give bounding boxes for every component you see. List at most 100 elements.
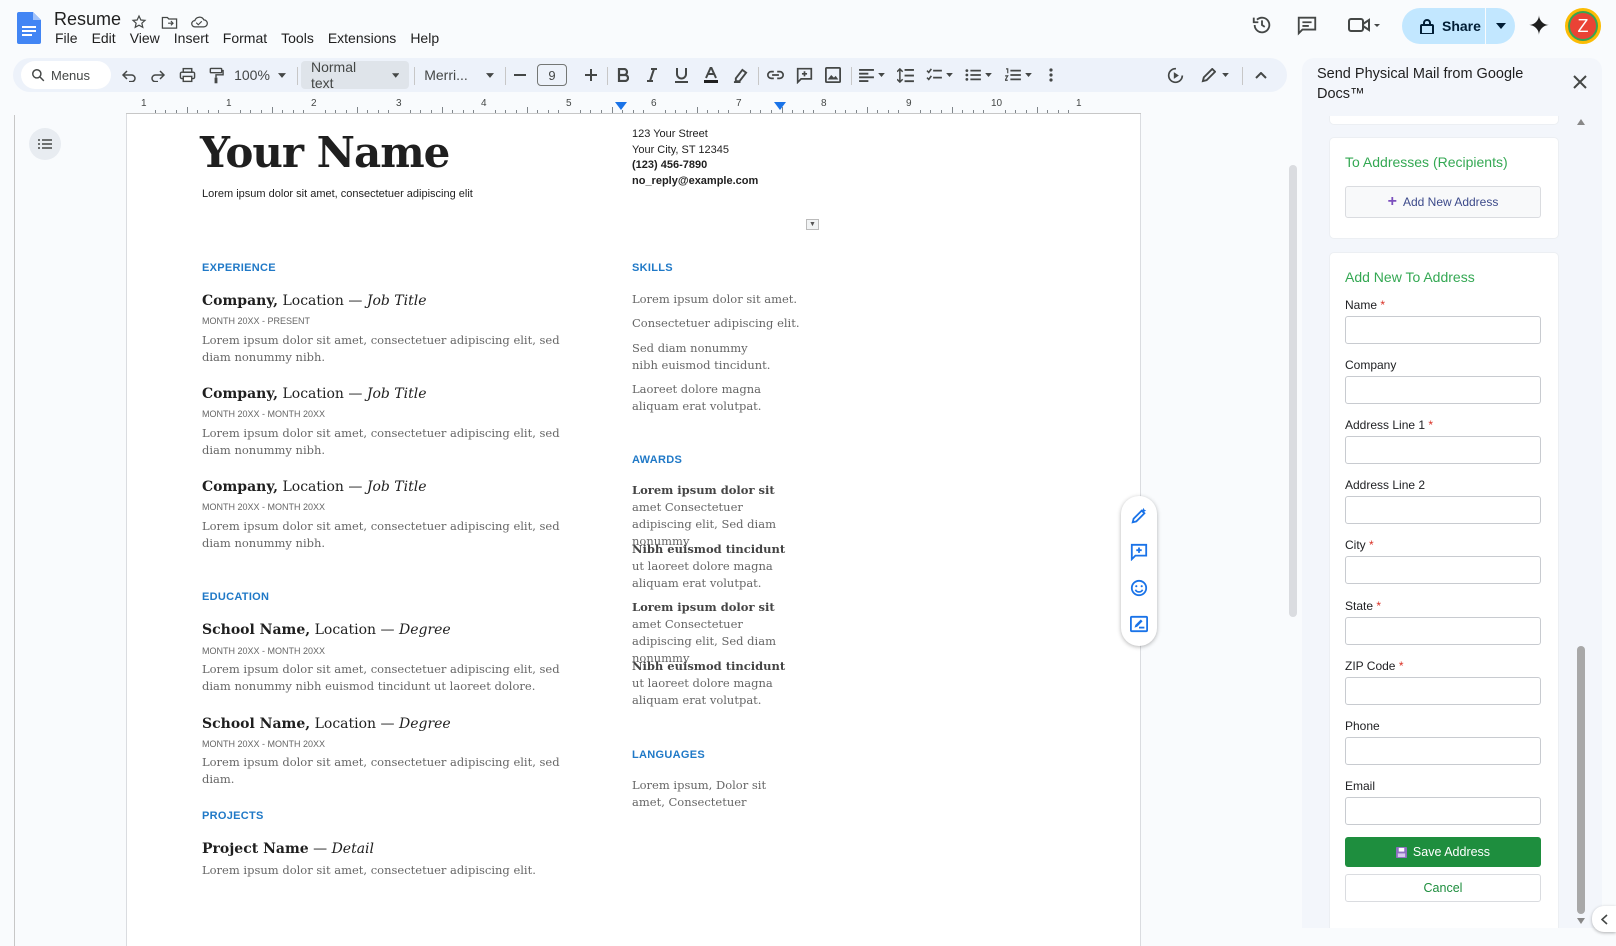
zoom-select[interactable]: 100% (231, 58, 289, 92)
voice-typing-icon[interactable] (1163, 58, 1187, 92)
ruler-tick (292, 110, 294, 113)
panel-scrollbar[interactable] (1574, 116, 1586, 928)
highlight-color-icon[interactable] (728, 58, 752, 92)
award-rest: ut laoreet dolore magna aliquam erat vol… (632, 559, 773, 590)
contact-phone: (123) 456-7890 (632, 159, 708, 171)
document-outline-button[interactable] (29, 128, 61, 160)
numbered-list-select[interactable] (1001, 58, 1035, 92)
ruler-tick (898, 110, 900, 113)
add-comment-icon[interactable] (792, 58, 816, 92)
underline-icon[interactable] (669, 58, 693, 92)
ruler-tick (515, 110, 517, 113)
ruler-tick (728, 110, 730, 113)
close-icon[interactable] (1570, 72, 1590, 92)
ruler-number: 1 (1076, 98, 1082, 109)
phone-input[interactable] (1345, 737, 1541, 765)
help-me-write-icon[interactable] (1129, 506, 1149, 526)
menu-view[interactable]: View (123, 29, 167, 47)
font-size-input[interactable]: 9 (537, 64, 567, 86)
ruler-tick (792, 110, 794, 113)
ruler-tick (643, 110, 645, 113)
table-dropdown-icon[interactable]: ▼ (806, 219, 819, 230)
docs-logo-icon[interactable] (17, 12, 41, 44)
menu-tools[interactable]: Tools (274, 29, 321, 47)
paint-format-icon[interactable] (204, 58, 228, 92)
toolbar-divider (414, 67, 415, 85)
ruler-tick (919, 110, 921, 113)
address-line-2-input[interactable] (1345, 496, 1541, 524)
ruler-tick (802, 110, 804, 113)
state-input[interactable] (1345, 617, 1541, 645)
insert-link-icon[interactable] (763, 58, 787, 92)
share-button[interactable]: Share (1402, 8, 1515, 44)
more-options-icon[interactable] (1041, 58, 1061, 92)
email-input[interactable] (1345, 797, 1541, 825)
company-input[interactable] (1345, 376, 1541, 404)
ruler-tick (207, 110, 209, 113)
gemini-icon[interactable] (1526, 12, 1552, 38)
menu-extensions[interactable]: Extensions (321, 29, 403, 47)
ruler-tick (377, 110, 379, 113)
ruler-tick (250, 110, 252, 113)
to-addresses-heading: To Addresses (Recipients) (1345, 154, 1508, 170)
italic-icon[interactable] (640, 58, 664, 92)
font-select[interactable]: Merri... (419, 58, 499, 92)
menus-search[interactable]: Menus (21, 61, 111, 89)
redo-icon[interactable] (146, 58, 170, 92)
ruler-tick (983, 110, 985, 113)
ruler-tick (632, 110, 634, 113)
add-new-address-button[interactable]: + Add New Address (1345, 186, 1541, 218)
save-address-button[interactable]: Save Address (1345, 837, 1541, 867)
bold-icon[interactable] (611, 58, 635, 92)
print-icon[interactable] (175, 58, 199, 92)
undo-icon[interactable] (117, 58, 141, 92)
emoji-reaction-icon[interactable] (1129, 578, 1149, 598)
doc-title[interactable]: Resume (54, 9, 121, 30)
share-main[interactable]: Share (1402, 8, 1486, 44)
paragraph-style-select[interactable]: Normal text (301, 59, 409, 91)
zip-code-input[interactable] (1345, 677, 1541, 705)
panel-scroll-thumb[interactable] (1577, 646, 1585, 914)
panel-scroll-area[interactable]: To Addresses (Recipients) + Add New Addr… (1302, 116, 1602, 928)
collapse-side-panel-button[interactable] (1592, 906, 1616, 932)
vertical-ruler[interactable] (3, 115, 15, 946)
share-dropdown[interactable] (1486, 8, 1515, 44)
insert-image-icon[interactable] (821, 58, 845, 92)
address-line-1-input[interactable] (1345, 436, 1541, 464)
checklist-select[interactable] (922, 58, 956, 92)
avatar[interactable]: Z (1565, 8, 1601, 44)
hide-menus-icon[interactable] (1249, 58, 1273, 92)
city-input[interactable] (1345, 556, 1541, 584)
increase-font-size-icon[interactable] (581, 58, 601, 92)
save-address-label: Save Address (1412, 845, 1491, 859)
decrease-font-size-icon[interactable] (510, 58, 530, 92)
comments-icon[interactable] (1294, 12, 1320, 38)
horizontal-ruler[interactable]: 1 1 2 3 4 5 6 7 8 9 10 1 (126, 98, 1141, 114)
right-indent-marker[interactable] (774, 102, 786, 110)
bulleted-list-select[interactable] (961, 58, 995, 92)
ruler-number: 8 (821, 98, 827, 109)
line-spacing-icon[interactable] (893, 58, 917, 92)
add-comment-icon[interactable] (1129, 542, 1149, 562)
text-color-icon[interactable] (699, 58, 723, 92)
name-input[interactable] (1345, 316, 1541, 344)
cancel-button[interactable]: Cancel (1345, 874, 1541, 902)
document-scrollbar[interactable] (1289, 165, 1297, 617)
align-select[interactable] (856, 58, 888, 92)
ruler-tick (1004, 110, 1006, 113)
menu-edit[interactable]: Edit (85, 29, 123, 47)
version-history-icon[interactable] (1249, 12, 1275, 38)
menu-help[interactable]: Help (403, 29, 446, 47)
skill-item: Sed diam nonummy nibh euismod tincidunt. (632, 341, 771, 372)
ruler-tick (239, 110, 241, 113)
ruler-tick (197, 110, 199, 113)
suggest-edits-icon[interactable] (1129, 614, 1149, 634)
menu-insert[interactable]: Insert (167, 29, 216, 47)
meet-icon[interactable] (1344, 12, 1384, 38)
left-indent-marker[interactable] (615, 102, 627, 110)
search-icon (32, 69, 45, 82)
menu-format[interactable]: Format (216, 29, 274, 47)
menu-file[interactable]: File (48, 29, 85, 47)
caret-down-icon (945, 73, 953, 77)
editing-mode-select[interactable] (1197, 58, 1233, 92)
